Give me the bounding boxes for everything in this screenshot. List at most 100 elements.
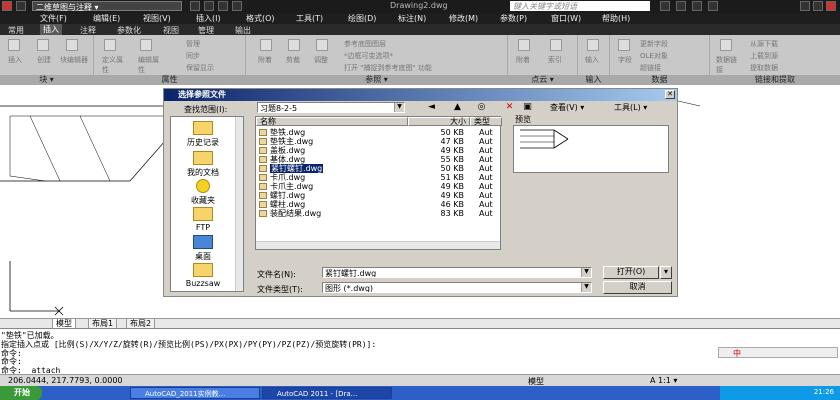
file-row[interactable]: 垫铁.dwg 50 KB Aut [256,128,502,137]
start-button[interactable]: 开始 [0,386,42,400]
hyperlink-button[interactable]: 超链接 [640,63,661,73]
menu-dimension[interactable]: 标注(N) [398,13,426,24]
column-size[interactable]: 大小 [408,117,470,126]
maximize-icon[interactable] [813,1,823,11]
pointcloud-panel-title[interactable]: 点云 ▾ [508,75,577,85]
undo-icon[interactable] [218,1,228,11]
field-icon[interactable] [618,39,630,51]
menu-view[interactable]: 视图(V) [143,13,171,24]
file-row[interactable]: 螺柱.dwg 46 KB Aut [256,200,502,209]
attribute-panel-title[interactable]: 属性 [94,75,245,85]
underlay-layers-button[interactable]: 参考底图图层 [344,39,386,49]
annotation-scale[interactable]: A 1:1 ▾ [650,376,677,385]
file-row[interactable]: 盖板.dwg 49 KB Aut [256,146,502,155]
clip-icon[interactable] [288,39,300,51]
search-icon[interactable] [660,1,670,11]
pointcloud-index-icon[interactable] [550,39,562,51]
ole-object-button[interactable]: OLE对象 [640,51,668,61]
column-name[interactable]: 名称 [256,117,408,126]
file-row[interactable]: 基体.dwg 55 KB Aut [256,155,502,164]
import-icon[interactable] [587,39,599,51]
save-icon[interactable] [204,1,214,11]
menu-window[interactable]: 窗口(W) [551,13,581,24]
tab-insert[interactable]: 插入 [40,24,62,35]
app-menu-icon[interactable] [2,1,12,11]
workspace-select[interactable]: 二维草图与注释 ▾ [32,1,182,12]
place-buzzsaw[interactable]: Buzzsaw [175,263,231,288]
block-editor-icon[interactable] [66,39,78,51]
tools-menu[interactable]: 工具(L) ▾ [614,102,647,113]
block-panel-title[interactable]: 块 ▾ [0,75,93,85]
menu-parametric[interactable]: 参数(P) [500,13,527,24]
lookin-select[interactable]: 习题8-2-5 ▼ [257,102,405,113]
taskbar-item-active[interactable]: AutoCAD 2011 - [Dra... [262,387,392,399]
open-icon[interactable] [190,1,200,11]
cancel-button[interactable]: 取消 [603,281,672,294]
update-field-button[interactable]: 更新字段 [640,39,668,49]
new-folder-icon[interactable]: ▣ [522,102,533,113]
upload-to-source-button[interactable]: 上载到源 [750,51,778,61]
ime-toolbar[interactable]: 中 [718,347,838,358]
clock[interactable]: 21:26 [814,388,834,396]
file-row-selected[interactable]: 紧钉螺钉.dwg 50 KB Aut [256,164,502,173]
filename-input[interactable]: 紧钉螺钉.dwg ▼ [322,267,592,278]
filetype-dropdown-arrow[interactable]: ▼ [581,283,591,292]
pointcloud-attach-icon[interactable] [518,39,530,51]
snap-to-underlay-button[interactable]: 打开 "捕捉到参考底图" 功能 [344,63,432,73]
place-history[interactable]: 历史记录 [175,121,231,148]
favorites-icon[interactable] [692,1,702,11]
file-row[interactable]: 装配结果.dwg 83 KB Aut [256,209,502,218]
place-ftp[interactable]: FTP [175,207,231,232]
help-search-input[interactable]: 键入关键字或短语 [510,1,650,11]
define-attribute-icon[interactable] [104,39,116,51]
place-desktop[interactable]: 桌面 [175,235,231,262]
dialog-close-button[interactable]: ✕ [665,90,675,99]
places-scrollbar[interactable] [235,117,243,291]
data-link-icon[interactable] [720,39,732,51]
menu-help[interactable]: 帮助(H) [602,13,630,24]
redo-icon[interactable] [232,1,242,11]
filetype-select[interactable]: 图形 (*.dwg) ▼ [322,282,592,293]
extract-data-button[interactable]: 提取数据 [750,63,778,73]
menu-insert[interactable]: 插入(I) [196,13,221,24]
menu-tools[interactable]: 工具(T) [296,13,323,24]
manage-attribute-button[interactable]: 管理 [186,39,200,49]
open-options-arrow[interactable]: ▾ [660,266,672,279]
sync-attribute-button[interactable]: 同步 [186,51,200,61]
communication-center-icon[interactable] [676,1,686,11]
close-icon[interactable] [826,1,836,11]
menu-modify[interactable]: 修改(M) [449,13,478,24]
file-row[interactable]: 垫铁主.dwg 47 KB Aut [256,137,502,146]
lookin-dropdown-arrow[interactable]: ▼ [394,103,404,112]
new-icon[interactable] [16,1,26,11]
edit-attribute-icon[interactable] [140,39,152,51]
menu-edit[interactable]: 编辑(E) [93,13,120,24]
file-row[interactable]: 卡爪.dwg 51 KB Aut [256,173,502,182]
view-menu[interactable]: 查看(V) ▾ [550,102,584,113]
retain-display-button[interactable]: 保留显示 [186,63,214,73]
create-block-icon[interactable] [37,39,49,51]
file-row[interactable]: 卡爪主.dwg 49 KB Aut [256,182,502,191]
open-button[interactable]: 打开(O) [603,266,659,279]
up-folder-icon[interactable]: ▲ [452,102,463,113]
file-list-hscrollbar[interactable] [256,241,500,249]
back-icon[interactable]: ◄ [426,102,437,113]
filename-dropdown-arrow[interactable]: ▼ [581,268,591,277]
reference-panel-title[interactable]: 参照 ▾ [246,75,507,85]
column-type[interactable]: 类型 [470,117,502,126]
menu-file[interactable]: 文件(F) [40,13,67,24]
delete-icon[interactable]: ✕ [504,102,515,113]
menu-draw[interactable]: 绘图(D) [348,13,376,24]
insert-block-icon[interactable] [8,39,20,51]
search-web-icon[interactable]: ◎ [476,102,487,113]
adjust-icon[interactable] [316,39,328,51]
help-icon[interactable] [708,1,718,11]
attach-icon[interactable] [260,39,272,51]
place-favorites[interactable]: 收藏夹 [175,179,231,206]
taskbar-item[interactable]: AutoCAD_2011实例教... [130,387,260,399]
place-my-documents[interactable]: 我的文档 [175,151,231,178]
download-from-source-button[interactable]: 从源下载 [750,39,778,49]
menu-format[interactable]: 格式(O) [246,13,275,24]
file-row[interactable]: 螺钉.dwg 49 KB Aut [256,191,502,200]
minimize-icon[interactable] [800,1,810,11]
